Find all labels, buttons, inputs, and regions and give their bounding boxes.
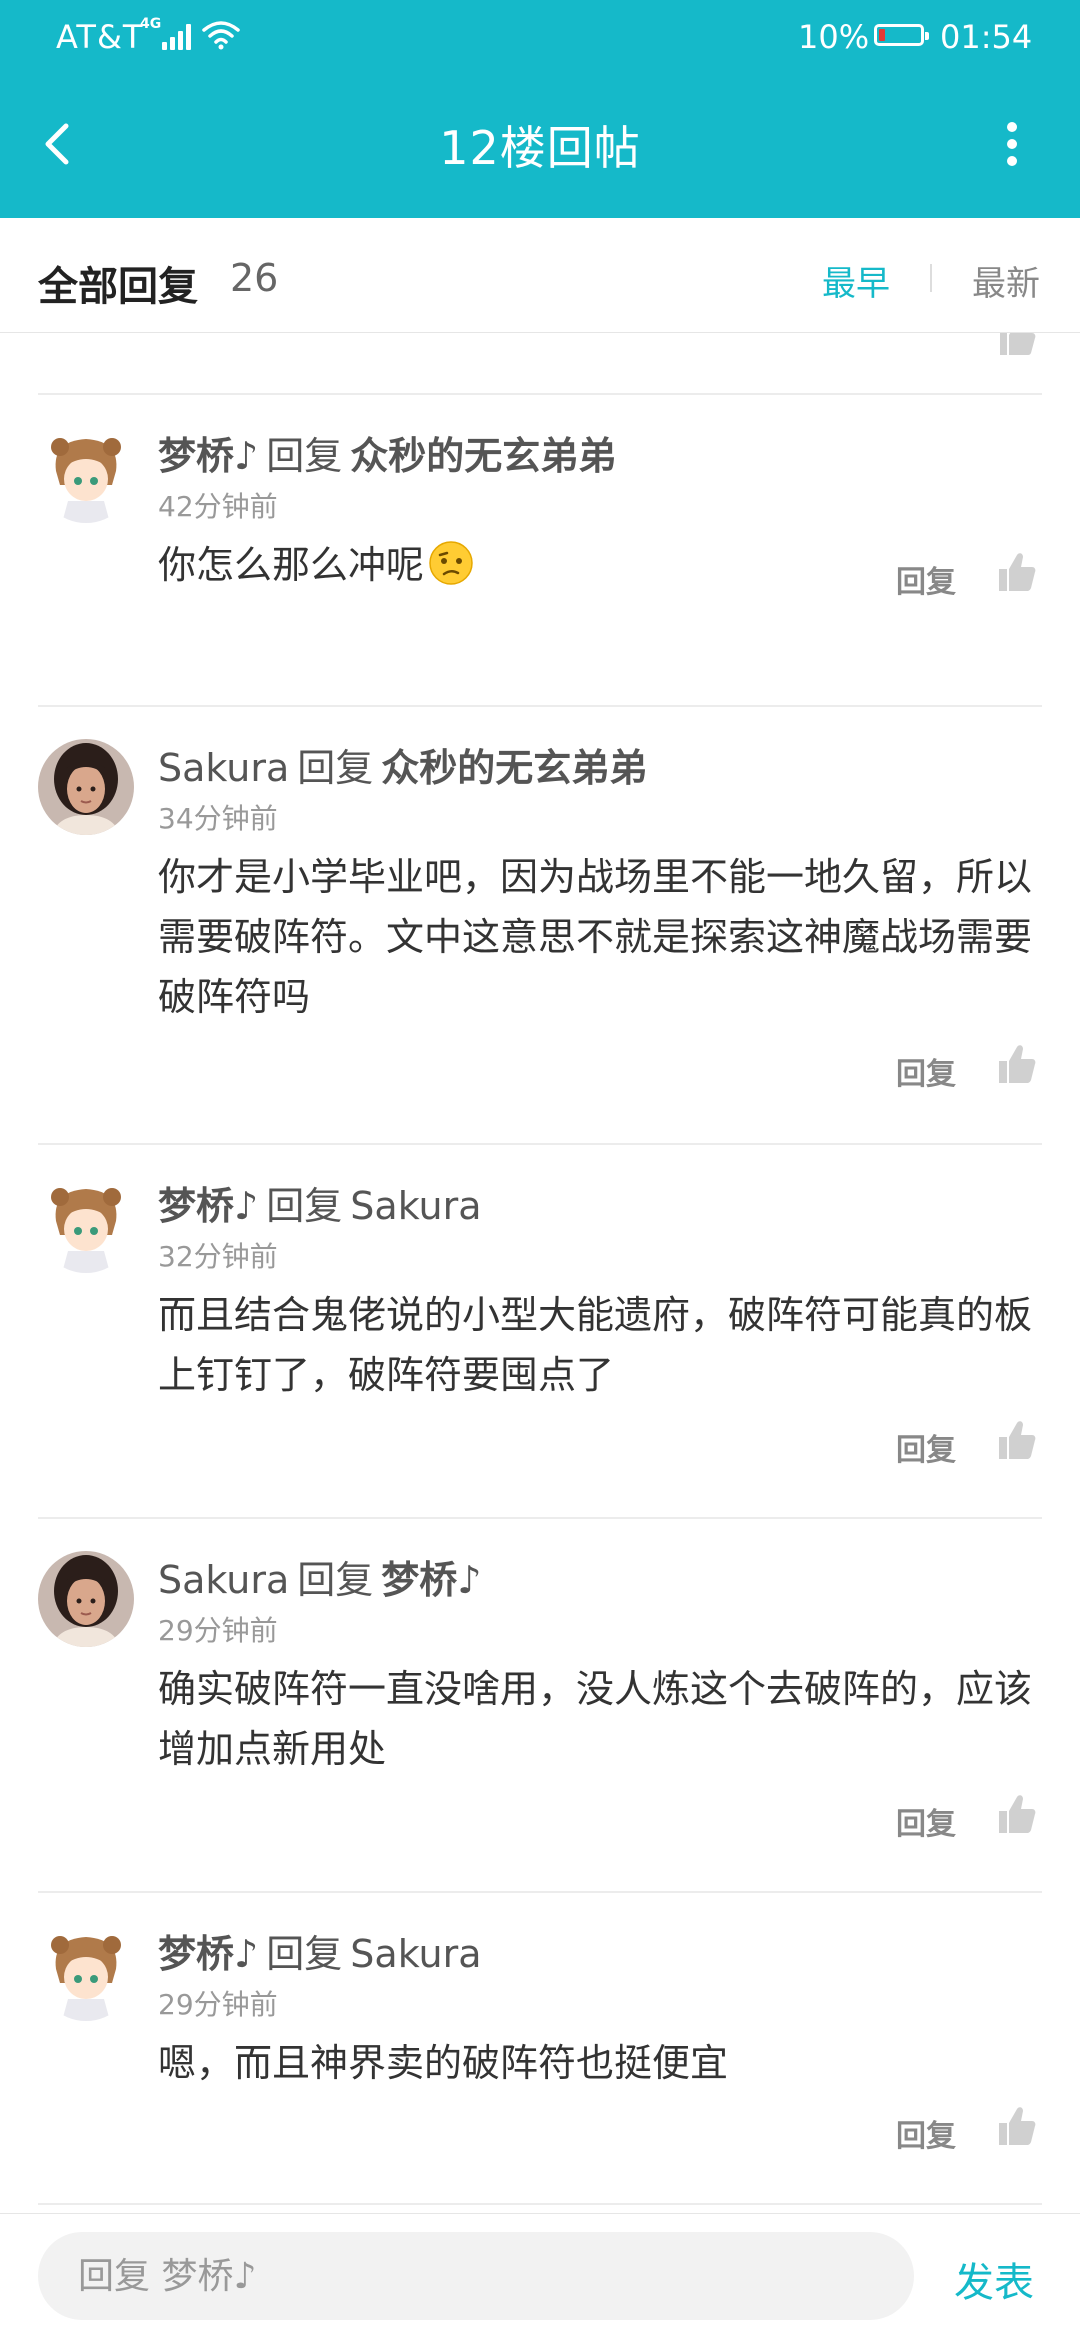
reply-header: 梦桥♪ 回复 Sakura xyxy=(158,1923,482,1978)
reply-word: 回复 xyxy=(266,1932,343,1976)
thumbs-up-icon[interactable] xyxy=(996,333,1036,357)
reply-button[interactable]: 回复 xyxy=(896,1799,956,1843)
more-options-icon[interactable] xyxy=(1002,122,1022,172)
sort-newest-tab[interactable]: 最新 xyxy=(972,256,1040,305)
reply-word: 回复 xyxy=(266,434,343,478)
page-title: 12楼回帖 xyxy=(439,121,641,175)
reply-text: 确实破阵符一直没啥用，没人炼这个去破阵的，应该增加点新用处 xyxy=(158,1667,1033,1771)
avatar[interactable] xyxy=(38,427,134,523)
network-type-label: 4G xyxy=(140,16,162,32)
status-bar: AT&T 4G 10% 01:54 xyxy=(0,0,1080,75)
reply-input[interactable] xyxy=(38,2232,914,2320)
divider xyxy=(38,2203,1042,2205)
reply-text: 你才是小学毕业吧，因为战场里不能一地久留，所以需要破阵符。文中这意思不就是探索这… xyxy=(158,855,1033,1019)
reply-header: Sakura 回复 梦桥♪ xyxy=(158,1549,482,1604)
reply-composer: 发表 xyxy=(0,2213,1080,2340)
sort-earliest-tab[interactable]: 最早 xyxy=(822,256,890,305)
avatar[interactable] xyxy=(38,1177,134,1273)
reply-target-name[interactable]: 众秒的无玄弟弟 xyxy=(350,434,616,478)
reply-item: Sakura 回复 众秒的无玄弟弟 34分钟前 你才是小学毕业吧，因为战场里不能一地… xyxy=(0,707,1080,1145)
reply-word: 回复 xyxy=(297,746,374,790)
thread-reply-screen: AT&T 4G 10% 01:54 12楼回帖 全部回复 26 最早 最新 梦桥… xyxy=(0,0,1080,2340)
reply-item: 梦桥♪ 回复 Sakura 32分钟前 而且结合鬼佬说的小型大能遗府，破阵符可能真的… xyxy=(0,1145,1080,1519)
reply-item: Sakura 回复 梦桥♪ 29分钟前 确实破阵符一直没啥用，没人炼这个去破阵的，应… xyxy=(0,1519,1080,1893)
reply-target-name[interactable]: Sakura xyxy=(350,1932,481,1976)
timestamp: 32分钟前 xyxy=(158,1240,278,1273)
reply-text: 你怎么那么冲呢 xyxy=(158,543,425,587)
all-replies-title: 全部回复 xyxy=(38,264,198,310)
timestamp: 29分钟前 xyxy=(158,1614,278,1647)
thumbs-up-icon[interactable] xyxy=(996,1793,1038,1835)
reply-header: 梦桥♪ 回复 Sakura xyxy=(158,1175,482,1230)
reply-button[interactable]: 回复 xyxy=(896,1425,956,1469)
timestamp: 29分钟前 xyxy=(158,1988,278,2021)
reply-target-name[interactable]: Sakura xyxy=(350,1184,481,1228)
author-name[interactable]: Sakura xyxy=(158,746,289,790)
wifi-icon xyxy=(202,21,240,50)
reply-text: 嗯，而且神界卖的破阵符也挺便宜 xyxy=(158,2041,729,2085)
reply-text: 而且结合鬼佬说的小型大能遗府，破阵符可能真的板上钉钉了，破阵符要囤点了 xyxy=(158,1293,1033,1397)
reply-button[interactable]: 回复 xyxy=(896,2111,956,2155)
reply-count: 26 xyxy=(230,256,279,300)
confused-emoji-icon xyxy=(429,541,473,585)
timestamp: 34分钟前 xyxy=(158,802,278,835)
signal-icon xyxy=(162,22,196,50)
avatar[interactable] xyxy=(38,739,134,835)
thumbs-up-icon[interactable] xyxy=(996,2105,1038,2147)
reply-word: 回复 xyxy=(266,1184,343,1228)
reply-button[interactable]: 回复 xyxy=(896,557,956,601)
top-bar: AT&T 4G 10% 01:54 12楼回帖 xyxy=(0,0,1080,218)
carrier-label: AT&T xyxy=(56,18,144,56)
thumbs-up-icon[interactable] xyxy=(996,1043,1038,1085)
author-name[interactable]: 梦桥♪ xyxy=(158,434,258,478)
author-name[interactable]: 梦桥♪ xyxy=(158,1184,258,1228)
reply-word: 回复 xyxy=(297,1558,374,1602)
reply-target-name[interactable]: 众秒的无玄弟弟 xyxy=(381,746,647,790)
thumbs-up-icon[interactable] xyxy=(996,1419,1038,1461)
reply-item: 梦桥♪ 回复 众秒的无玄弟弟 42分钟前 你怎么那么冲呢 回复 xyxy=(0,395,1080,705)
battery-percent: 10% xyxy=(798,18,870,56)
reply-header: 梦桥♪ 回复 众秒的无玄弟弟 xyxy=(158,425,616,480)
send-button[interactable]: 发表 xyxy=(954,2250,1034,2308)
clock: 01:54 xyxy=(940,18,1033,56)
author-name[interactable]: 梦桥♪ xyxy=(158,1932,258,1976)
replies-header: 全部回复 26 最早 最新 xyxy=(0,218,1080,333)
avatar[interactable] xyxy=(38,1925,134,2021)
avatar[interactable] xyxy=(38,1551,134,1647)
battery-icon xyxy=(874,24,929,46)
thumbs-up-icon[interactable] xyxy=(996,551,1038,593)
reply-item: 梦桥♪ 回复 Sakura 29分钟前 嗯，而且神界卖的破阵符也挺便宜 回复 xyxy=(0,1893,1080,2205)
sort-divider xyxy=(930,264,932,292)
reply-list[interactable]: 梦桥♪ 回复 众秒的无玄弟弟 42分钟前 你怎么那么冲呢 回复 Sakura 回… xyxy=(0,333,1080,2213)
timestamp: 42分钟前 xyxy=(158,490,278,523)
reply-button[interactable]: 回复 xyxy=(896,1049,956,1093)
reply-header: Sakura 回复 众秒的无玄弟弟 xyxy=(158,737,647,792)
reply-target-name[interactable]: 梦桥♪ xyxy=(381,1558,481,1602)
author-name[interactable]: Sakura xyxy=(158,1558,289,1602)
